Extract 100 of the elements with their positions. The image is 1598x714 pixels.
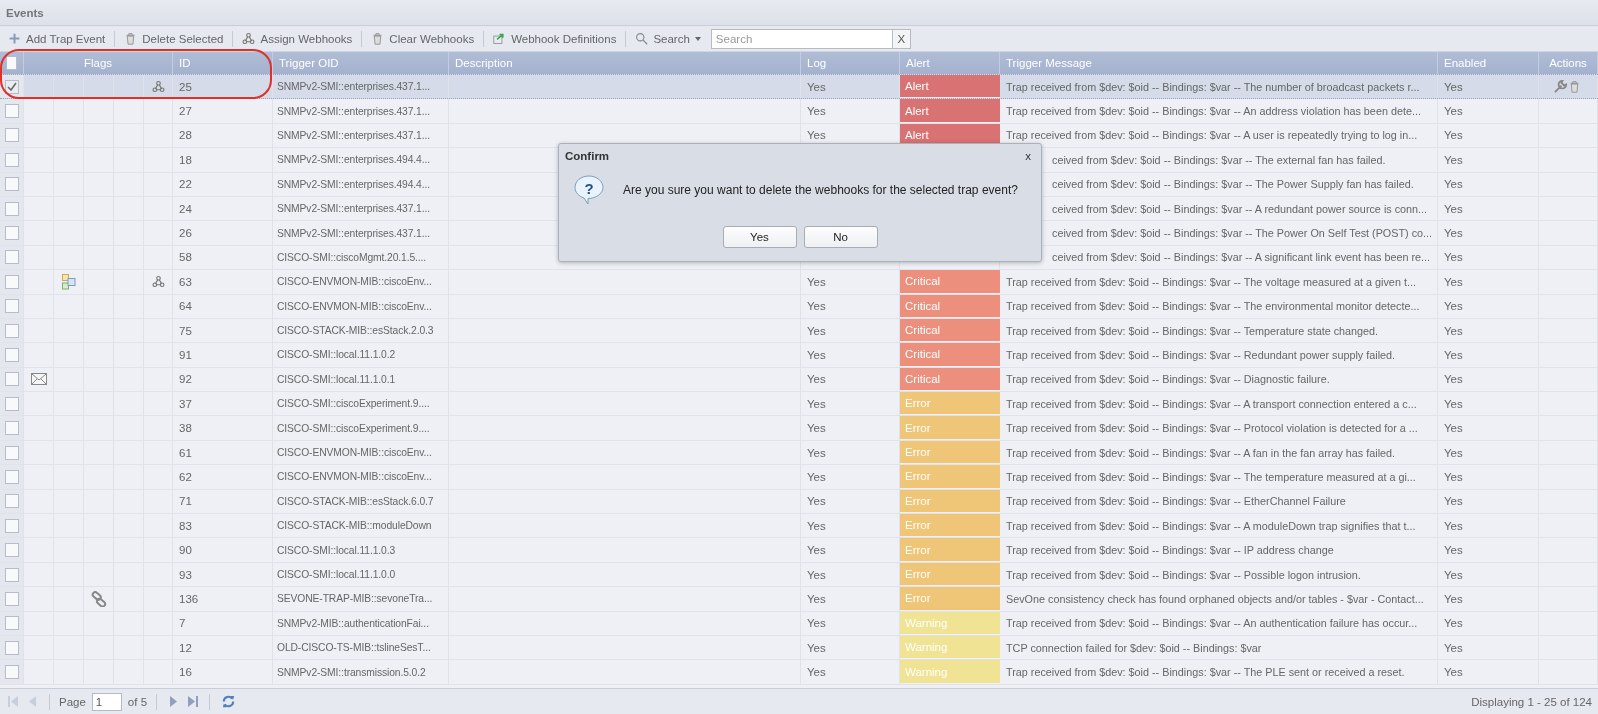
column-header: ID <box>179 57 191 69</box>
close-button[interactable]: x <box>1025 150 1031 162</box>
row-checkbox[interactable] <box>4 299 19 314</box>
row-checkbox[interactable] <box>4 201 19 216</box>
table-cell: 18 <box>179 153 192 166</box>
next-page-icon <box>168 696 179 707</box>
table-row[interactable]: 61 CISCO-ENVMON-MIB::ciscoEnv... Yes Error Trap received from $dev: $oid -- Bindings: $var -- A fan in the fan array has failed. Yes <box>0 440 1598 466</box>
column-header: Actions <box>1549 57 1587 69</box>
alert-level-cell: Error <box>900 392 1000 416</box>
row-checkbox[interactable] <box>4 274 19 289</box>
table-cell: Trap received from $dev: $oid -- Bindings: $var -- Protocol violation is detected for a ... <box>1006 422 1418 435</box>
alert-level-cell: Error <box>900 416 1000 440</box>
table-cell: Yes <box>1444 519 1463 532</box>
row-checkbox[interactable] <box>4 226 19 241</box>
table-cell: SNMPv2-SMI::enterprises.437.1... <box>277 129 431 141</box>
table-row[interactable]: 27 SNMPv2-SMI::enterprises.437.1... Yes Alert Trap received from $dev: $oid -- Bindings: $var -- An address violation has been dete... Yes <box>0 99 1598 124</box>
webhook-icon <box>242 32 256 45</box>
table-row[interactable]: 7 SNMPv2-MIB::authenticationFai... Yes Warning Trap received from $dev: $oid -- Bindings: $var -- An authentication failure has occur... Yes <box>0 611 1598 636</box>
clear-search-button[interactable]: X <box>891 29 910 48</box>
row-checkbox[interactable] <box>4 518 19 533</box>
row-checkbox[interactable] <box>4 128 19 143</box>
table-row[interactable]: 92 CISCO-SMI::local.11.1.0.1 Yes Critical Trap received from $dev: $oid -- Bindings: $var -- Diagnostic failure. Yes <box>0 367 1598 393</box>
dialog-button[interactable]: Yes <box>722 226 797 248</box>
row-checkbox[interactable] <box>4 445 19 460</box>
table-row[interactable]: 64 CISCO-ENVMON-MIB::ciscoEnv... Yes Critical Trap received from $dev: $oid -- Bindings: $var -- The environmental monitor detecte... Yes <box>0 294 1598 319</box>
table-cell: Yes <box>807 519 826 532</box>
row-checkbox[interactable] <box>4 323 19 338</box>
toolbar-button[interactable]: Clear Webhooks <box>367 30 479 47</box>
table-cell: Yes <box>807 324 826 337</box>
row-checkbox[interactable] <box>4 469 19 484</box>
table-cell: Trap received from $dev: $oid -- Bindings: $var -- The PLE sent or received a reset. <box>1006 666 1405 679</box>
search-field[interactable]: Search X <box>710 28 911 49</box>
column-header: Alert <box>906 57 930 69</box>
table-row[interactable]: 63 CISCO-ENVMON-MIB::ciscoEnv... Yes Critical Trap received from $dev: $oid -- Bindings: $var -- The voltage measured at a given t... Yes <box>0 270 1598 295</box>
table-row[interactable]: 136 SEVONE-TRAP-MIB::sevoneTra... Yes Error SevOne consistency check has found orphaned objects and/or tables - $var - Contact... Yes <box>0 587 1598 612</box>
refresh-icon <box>221 694 237 709</box>
table-cell: CISCO-ENVMON-MIB::ciscoEnv... <box>277 471 432 483</box>
column-header: Trigger Message <box>1006 57 1092 69</box>
toolbar-button[interactable]: Add Trap Event <box>4 30 110 47</box>
toolbar-button[interactable]: Assign Webhooks <box>238 30 357 47</box>
row-checkbox[interactable] <box>4 372 19 387</box>
table-cell: Trap received from $dev: $oid -- Bindings: $var -- The number of broadcast packets r... <box>1006 80 1420 93</box>
table-row[interactable]: 62 CISCO-ENVMON-MIB::ciscoEnv... Yes Error Trap received from $dev: $oid -- Bindings: $var -- The temperature measured at a gi... Yes <box>0 465 1598 490</box>
table-row[interactable]: 75 CISCO-STACK-MIB::esStack.2.0.3 Yes Critical Trap received from $dev: $oid -- Bindings: $var -- Temperature state changed. Yes <box>0 318 1598 344</box>
page-number-field[interactable]: 1 <box>91 692 122 711</box>
table-row[interactable]: 38 CISCO-SMI::ciscoExperiment.9.... Yes Error Trap received from $dev: $oid -- Bindings: $var -- Protocol violation is detected for a ... Yes <box>0 416 1598 441</box>
table-cell: 38 <box>179 422 192 435</box>
table-cell: Yes <box>807 105 826 118</box>
dialog-button[interactable]: No <box>803 226 878 248</box>
table-row[interactable]: 83 CISCO-STACK-MIB::moduleDown Yes Error Trap received from $dev: $oid -- Bindings: $var -- A moduleDown trap signifies that t... Yes <box>0 514 1598 539</box>
alert-level-cell: Warning <box>900 636 1000 660</box>
last-page-button[interactable] <box>186 696 201 707</box>
table-cell: OLD-CISCO-TS-MIB::tslineSesT... <box>277 642 431 654</box>
row-checkbox[interactable] <box>4 543 19 558</box>
table-cell: SevOne consistency check has found orphaned objects and/or tables - $var - Contact... <box>1006 592 1424 605</box>
row-checkbox[interactable] <box>4 421 19 436</box>
select-all-checkbox[interactable] <box>6 56 17 70</box>
row-checkbox[interactable] <box>4 640 19 655</box>
search-menu-button[interactable]: Search <box>631 30 705 47</box>
table-cell: 75 <box>179 324 192 337</box>
table-cell: SEVONE-TRAP-MIB::sevoneTra... <box>277 593 433 605</box>
row-checkbox[interactable] <box>4 250 19 265</box>
row-checkbox[interactable] <box>4 348 19 362</box>
table-cell: 71 <box>179 495 192 508</box>
row-checkbox[interactable] <box>4 177 19 192</box>
row-checkbox[interactable] <box>4 152 19 167</box>
toolbar-button[interactable]: Webhook Definitions <box>489 30 621 47</box>
row-checkbox[interactable] <box>4 591 19 606</box>
table-row[interactable]: 93 CISCO-SMI::local.11.1.0.0 Yes Error Trap received from $dev: $oid -- Bindings: $var -- Possible logon intrusion. Yes <box>0 562 1598 588</box>
row-checkbox[interactable] <box>4 665 19 680</box>
wrench-icon[interactable] <box>1553 79 1568 95</box>
row-checkbox[interactable] <box>4 616 19 631</box>
table-cell: Yes <box>1444 470 1463 483</box>
toolbar-button[interactable]: Delete Selected <box>120 30 228 47</box>
alert-level-cell: Error <box>900 562 1000 587</box>
trash-icon <box>371 32 385 45</box>
table-row[interactable]: 37 CISCO-SMI::ciscoExperiment.9.... Yes Error Trap received from $dev: $oid -- Bindings: $var -- A transport connection entered a c... Yes <box>0 392 1598 417</box>
table-cell: Trap received from $dev: $oid -- Bindings: $var -- Possible logon intrusion. <box>1006 568 1361 581</box>
trash-icon <box>1568 80 1581 94</box>
table-cell: 90 <box>179 544 192 557</box>
alert-level-cell: Alert <box>900 99 1000 123</box>
row-checkbox[interactable] <box>4 104 19 119</box>
table-row[interactable]: 12 OLD-CISCO-TS-MIB::tslineSesT... Yes Warning TCP connection failed for $dev: $oid -- Bindings: $var Yes <box>0 636 1598 661</box>
table-row[interactable]: 16 SNMPv2-SMI::transmission.5.0.2 Yes Warning Trap received from $dev: $oid -- Bindings: $var -- The PLE sent or received a reset. Yes <box>0 660 1598 685</box>
alert-level-cell: Error <box>900 587 1000 611</box>
row-checkbox[interactable] <box>4 494 19 509</box>
row-checkbox[interactable] <box>4 567 19 582</box>
first-page-icon <box>8 696 18 707</box>
table-cell: Yes <box>807 470 826 483</box>
table-cell: Trap received from $dev: $oid -- Bindings: $var -- Temperature state changed. <box>1006 324 1379 337</box>
table-row[interactable]: 90 CISCO-SMI::local.11.1.0.3 Yes Error Trap received from $dev: $oid -- Bindings: $var -- IP address change Yes <box>0 538 1598 563</box>
table-row[interactable]: 71 CISCO-STACK-MIB::esStack.6.0.7 Yes Error Trap received from $dev: $oid -- Bindings: $var -- EtherChannel Failure Yes <box>0 489 1598 515</box>
table-row[interactable]: 91 CISCO-SMI::local.11.1.0.2 Yes Critical Trap received from $dev: $oid -- Bindings: $var -- Redundant power supply failed. Yes <box>0 343 1598 368</box>
row-checkbox[interactable] <box>4 79 19 94</box>
table-cell: ceived from $dev: $oid -- Bindings: $var -- The external fan has failed. <box>1052 153 1386 166</box>
table-cell: 92 <box>179 373 192 386</box>
row-checkbox[interactable] <box>4 396 19 411</box>
table-cell: Trap received from $dev: $oid -- Bindings: $var -- An address violation has been dete... <box>1006 105 1421 118</box>
table-row[interactable]: 25 SNMPv2-SMI::enterprises.437.1... Yes Alert Trap received from $dev: $oid -- Bindings: $var -- The number of broadcast packets r... Yes <box>0 74 1598 100</box>
table-cell: Yes <box>1444 666 1463 679</box>
